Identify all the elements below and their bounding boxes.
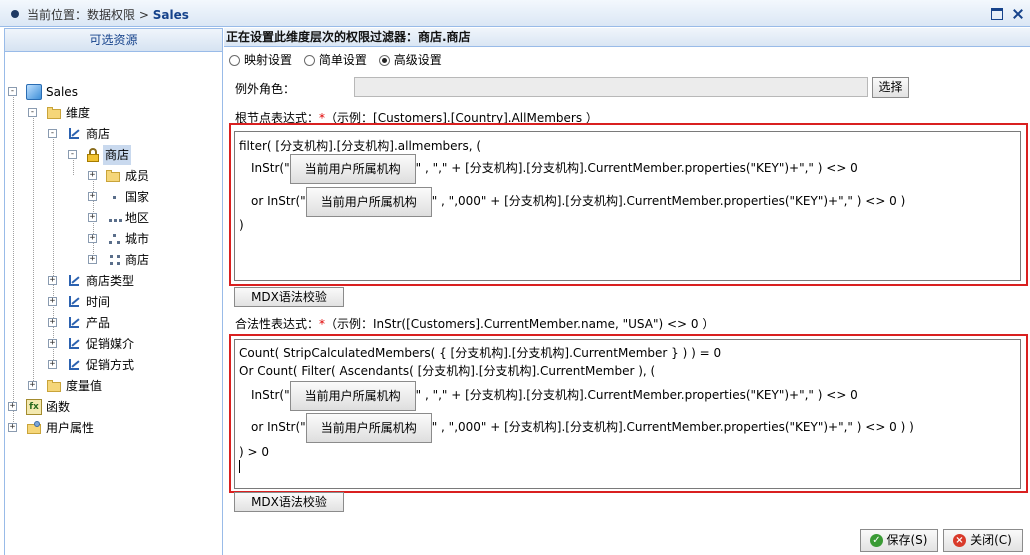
expand-toggle-icon[interactable]: + bbox=[88, 192, 97, 201]
expand-toggle-icon[interactable]: + bbox=[88, 213, 97, 222]
code-text: InStr(" bbox=[251, 161, 290, 175]
check-icon: ✓ bbox=[870, 534, 883, 547]
code-text: " , "," + [分支机构].[分支机构].CurrentMember.pr… bbox=[415, 388, 858, 402]
code-text: or InStr(" bbox=[251, 420, 306, 434]
close-label: 关闭(C) bbox=[970, 533, 1012, 547]
tree-label: 成员 bbox=[125, 169, 150, 183]
current-user-org-button[interactable]: 当前用户所属机构 bbox=[305, 412, 432, 443]
expand-toggle-icon[interactable]: + bbox=[8, 423, 17, 432]
radio-selected-icon[interactable] bbox=[378, 55, 390, 66]
expand-toggle-icon[interactable]: + bbox=[8, 402, 17, 411]
mdx-check-button-2[interactable]: MDX语法校验 bbox=[234, 492, 344, 512]
root-expr-editor[interactable]: filter( [分支机构].[分支机构].allmembers, ( InSt… bbox=[234, 131, 1021, 281]
tree-label: 商店 bbox=[86, 127, 111, 141]
breadcrumb-label: 当前位置： bbox=[27, 8, 88, 22]
valid-expr-line-2: Or Count( Filter( Ascendants( [分支机构].[分支… bbox=[239, 364, 656, 378]
breadcrumb: 当前位置：数据权限 > Sales bbox=[27, 6, 189, 23]
breadcrumb-parent[interactable]: 数据权限 bbox=[87, 8, 135, 22]
valid-expr-example: （示例：InStr([Customers].CurrentMember.name… bbox=[325, 317, 715, 331]
valid-expr-label: 合法性表达式：*（示例：InStr([Customers].CurrentMem… bbox=[235, 315, 714, 332]
collapse-toggle-icon[interactable]: - bbox=[28, 108, 37, 117]
expand-toggle-icon[interactable]: + bbox=[48, 276, 57, 285]
breadcrumb-current: Sales bbox=[152, 8, 189, 22]
valid-expr-editor[interactable]: Count( StripCalculatedMembers( { [分支机构].… bbox=[234, 339, 1021, 489]
location-icon bbox=[11, 10, 19, 18]
expand-toggle-icon[interactable]: + bbox=[48, 318, 57, 327]
root-expr-line-3: or InStr(" 当前用户所属机构 " , ",000" + [分支机构].[分… bbox=[251, 186, 905, 217]
expand-toggle-icon[interactable]: + bbox=[28, 381, 37, 390]
mode-advanced-option[interactable]: 高级设置 bbox=[378, 53, 442, 67]
tree-label: 商店 bbox=[125, 253, 150, 267]
resource-panel-title: 可选资源 bbox=[5, 29, 222, 52]
mode-label: 映射设置 bbox=[244, 53, 293, 67]
tree-label: 用户属性 bbox=[46, 421, 95, 435]
tree-label: 促销方式 bbox=[86, 358, 135, 372]
mode-selector: 映射设置 简单设置 高级设置 bbox=[229, 52, 450, 68]
except-role-label: 例外角色： bbox=[235, 82, 296, 96]
tree-label: Sales bbox=[46, 85, 78, 99]
collapse-toggle-icon[interactable]: - bbox=[8, 87, 17, 96]
close-icon[interactable] bbox=[1012, 8, 1024, 20]
code-text: " , ",000" + [分支机构].[分支机构].CurrentMember… bbox=[431, 194, 906, 208]
code-text: " , ",000" + [分支机构].[分支机构].CurrentMember… bbox=[431, 420, 914, 434]
mode-label: 高级设置 bbox=[393, 53, 442, 67]
valid-expr-line-3: InStr(" 当前用户所属机构 " , "," + [分支机构].[分支机构].C… bbox=[251, 380, 858, 411]
mode-mapping-option[interactable]: 映射设置 bbox=[229, 53, 292, 67]
close-circle-icon: × bbox=[953, 534, 966, 547]
tree-label: 地区 bbox=[125, 211, 150, 225]
root-expr-line-2: InStr(" 当前用户所属机构 " , "," + [分支机构].[分支机构].C… bbox=[251, 153, 858, 184]
root-expr-line-4: ) bbox=[239, 218, 244, 232]
tree-label: 城市 bbox=[125, 232, 150, 246]
tree-label: 函数 bbox=[46, 400, 71, 414]
radio-icon[interactable] bbox=[229, 55, 240, 66]
maximize-icon[interactable] bbox=[991, 7, 1004, 20]
valid-expr-line-1: Count( StripCalculatedMembers( { [分支机构].… bbox=[239, 346, 722, 360]
cube-icon bbox=[26, 84, 42, 100]
tree-label: 商店 bbox=[103, 145, 132, 165]
text-cursor bbox=[239, 460, 240, 473]
expand-toggle-icon[interactable]: + bbox=[48, 297, 57, 306]
select-button[interactable]: 选择 bbox=[872, 77, 909, 98]
tree-label: 国家 bbox=[125, 190, 150, 204]
function-icon: fx bbox=[26, 399, 42, 415]
tree-label: 产品 bbox=[86, 316, 111, 330]
expand-toggle-icon[interactable]: + bbox=[48, 360, 57, 369]
collapse-toggle-icon[interactable]: - bbox=[48, 129, 57, 138]
expand-toggle-icon[interactable]: + bbox=[88, 171, 97, 180]
filter-header: 正在设置此维度层次的权限过滤器：商店.商店 bbox=[224, 28, 1030, 47]
radio-icon[interactable] bbox=[303, 55, 315, 66]
tree-label: 维度 bbox=[66, 106, 91, 120]
expand-toggle-icon[interactable]: + bbox=[88, 255, 97, 264]
except-role-field[interactable] bbox=[354, 77, 868, 97]
breadcrumb-separator: > bbox=[138, 8, 149, 22]
code-text: InStr(" bbox=[251, 388, 290, 402]
current-user-org-button[interactable]: 当前用户所属机构 bbox=[289, 153, 416, 184]
valid-expr-line-4: or InStr(" 当前用户所属机构 " , ",000" + [分支机构].[分… bbox=[251, 412, 914, 443]
save-button[interactable]: ✓ 保存(S) bbox=[860, 529, 938, 552]
title-bar: 当前位置：数据权限 > Sales bbox=[0, 0, 1030, 27]
mode-label: 简单设置 bbox=[318, 53, 367, 67]
tree-label: 促销媒介 bbox=[86, 337, 135, 351]
tree-label: 度量值 bbox=[66, 379, 103, 393]
expand-toggle-icon[interactable]: + bbox=[48, 339, 57, 348]
tree-label: 时间 bbox=[86, 295, 111, 309]
mode-simple-option[interactable]: 简单设置 bbox=[303, 53, 367, 67]
current-user-org-button[interactable]: 当前用户所属机构 bbox=[289, 380, 416, 411]
save-label: 保存(S) bbox=[886, 533, 928, 547]
current-user-org-button[interactable]: 当前用户所属机构 bbox=[305, 186, 432, 217]
tree-label: 商店类型 bbox=[86, 274, 135, 288]
close-button[interactable]: × 关闭(C) bbox=[943, 529, 1023, 552]
code-text: " , "," + [分支机构].[分支机构].CurrentMember.pr… bbox=[415, 161, 858, 175]
root-expr-line-1: filter( [分支机构].[分支机构].allmembers, ( bbox=[239, 139, 482, 153]
valid-expr-title: 合法性表达式： bbox=[235, 317, 320, 331]
valid-expr-line-5: ) > 0 bbox=[239, 445, 269, 459]
code-text: or InStr(" bbox=[251, 194, 306, 208]
collapse-toggle-icon[interactable]: - bbox=[68, 150, 77, 159]
expand-toggle-icon[interactable]: + bbox=[88, 234, 97, 243]
mdx-check-button[interactable]: MDX语法校验 bbox=[234, 287, 344, 307]
resource-panel: 可选资源 - Sales - 维度 - 商店 - 商店 + 成员 + 国家 + … bbox=[4, 28, 223, 555]
